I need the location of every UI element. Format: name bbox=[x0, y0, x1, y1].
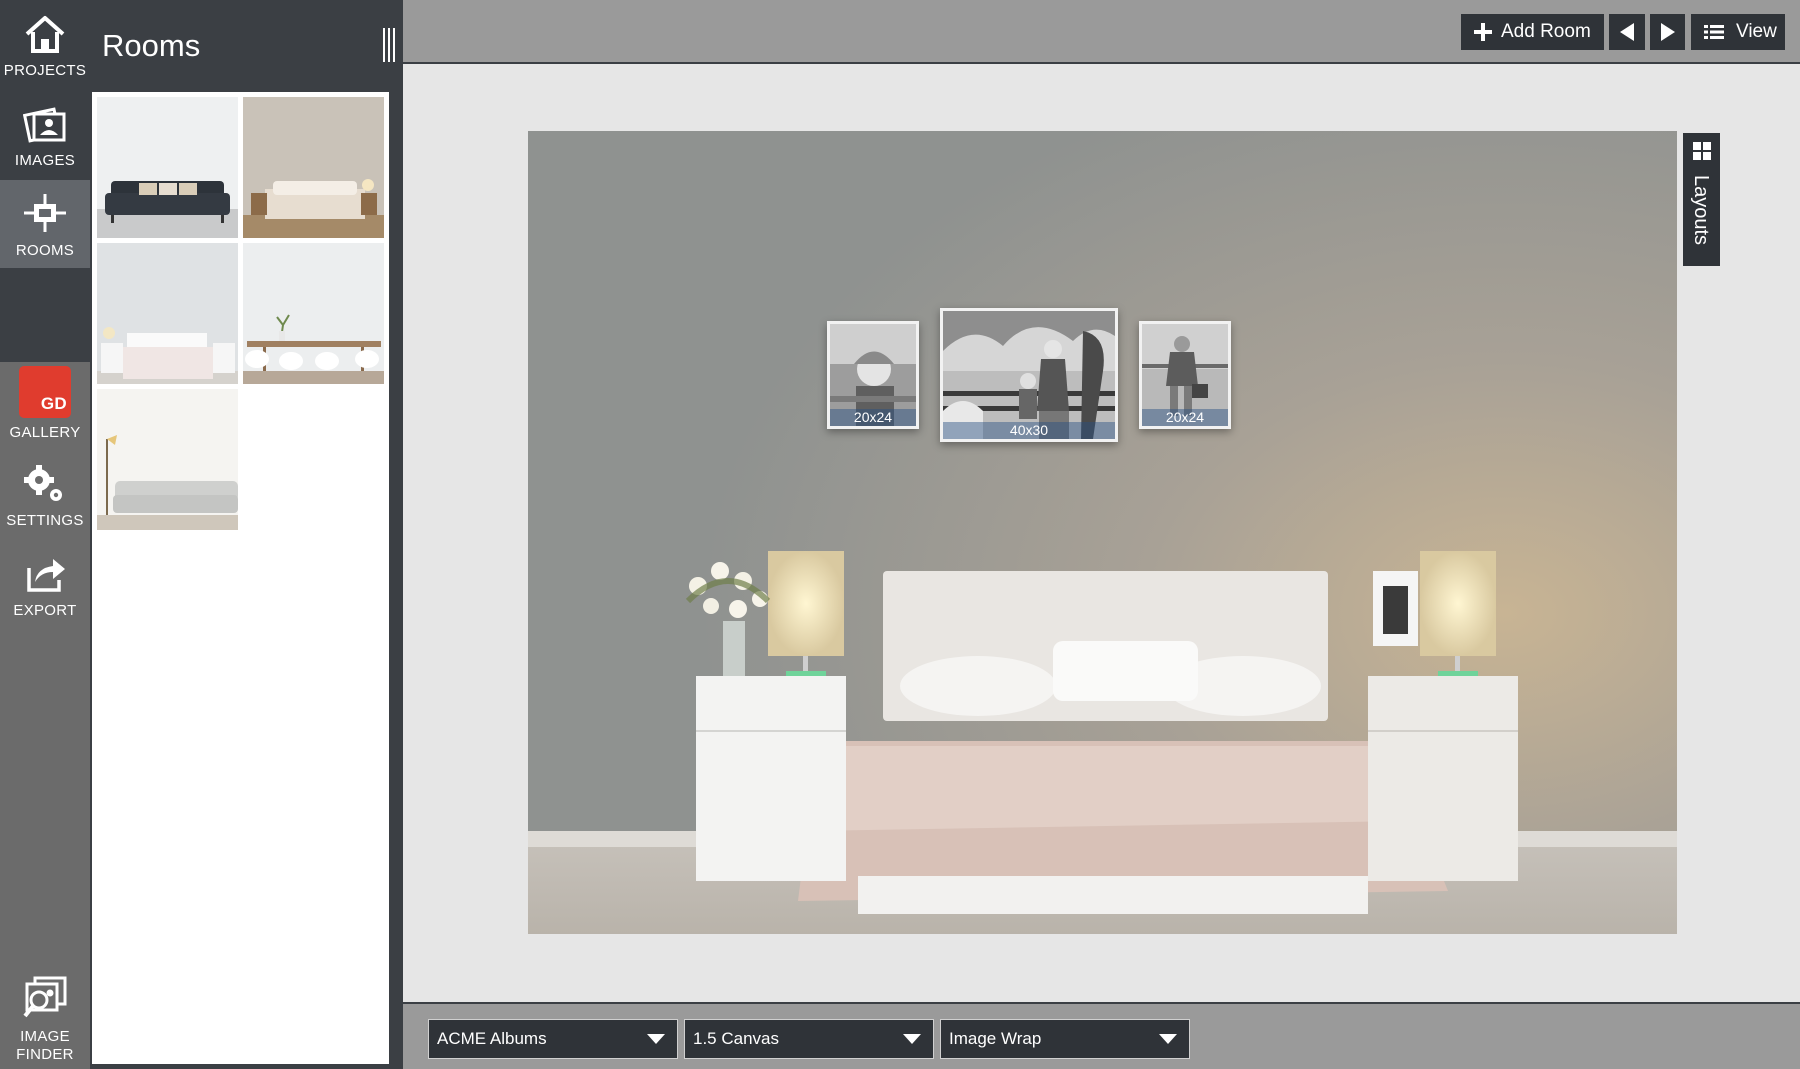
room-thumb-bedroom-warm[interactable] bbox=[243, 97, 384, 238]
nav-rooms-label: ROOMS bbox=[15, 242, 75, 259]
nav-image-finder-label-2: FINDER bbox=[16, 1046, 74, 1063]
layouts-label: Layouts bbox=[1690, 175, 1712, 246]
nav-image-finder-label-1: IMAGE bbox=[20, 1028, 70, 1045]
nav-projects[interactable]: PROJECTS bbox=[0, 0, 90, 88]
gallery-icon: GD bbox=[19, 366, 71, 418]
app-window: PROJECTS IMAGES ROOMS GD GALLERY SETTING… bbox=[0, 0, 1800, 1069]
wrap-select-value: Image Wrap bbox=[949, 1029, 1042, 1048]
export-icon bbox=[27, 559, 65, 592]
room-thumb-sofa-grey[interactable] bbox=[97, 389, 238, 530]
layouts-tab[interactable]: Layouts bbox=[1683, 133, 1720, 266]
add-room-button[interactable]: Add Room bbox=[1461, 14, 1604, 50]
room-preview: 20x24 40x30 20x24 bbox=[528, 131, 1677, 934]
room-scene-image bbox=[528, 131, 1677, 934]
nav-rooms[interactable]: ROOMS bbox=[0, 180, 90, 268]
gears-icon bbox=[24, 465, 62, 501]
panel-title: Rooms bbox=[102, 28, 201, 63]
chevron-down-icon bbox=[1159, 1034, 1177, 1044]
nav-export[interactable]: EXPORT bbox=[0, 540, 90, 628]
wall-art-center[interactable]: 40x30 bbox=[940, 308, 1118, 442]
wall-art-left[interactable]: 20x24 bbox=[827, 321, 919, 429]
nav-rail: PROJECTS IMAGES ROOMS GD GALLERY SETTING… bbox=[0, 0, 90, 1069]
chevron-down-icon bbox=[647, 1034, 665, 1044]
nav-gallery-label: GALLERY bbox=[9, 424, 81, 441]
album-select[interactable]: ACME Albums bbox=[428, 1019, 678, 1059]
home-icon bbox=[25, 16, 65, 53]
add-room-label: Add Room bbox=[1501, 21, 1591, 42]
nav-projects-label: PROJECTS bbox=[3, 62, 87, 79]
room-thumb-bedroom-white[interactable] bbox=[97, 243, 238, 384]
nav-export-label: EXPORT bbox=[13, 602, 77, 619]
triangle-left-icon bbox=[1620, 23, 1634, 41]
wall-art-right[interactable]: 20x24 bbox=[1139, 321, 1231, 429]
plus-icon bbox=[1474, 23, 1492, 41]
print-size-label: 20x24 bbox=[830, 409, 916, 426]
print-size-label: 40x30 bbox=[943, 422, 1115, 439]
triangle-right-icon bbox=[1660, 23, 1675, 41]
print-size-label: 20x24 bbox=[1142, 409, 1228, 426]
images-icon bbox=[23, 107, 66, 143]
bottom-toolbar: ACME Albums 1.5 Canvas Image Wrap bbox=[403, 1002, 1800, 1069]
image-finder-icon bbox=[23, 976, 67, 1018]
chevron-down-icon bbox=[903, 1034, 921, 1044]
room-thumb-dining[interactable] bbox=[243, 243, 384, 384]
nav-images[interactable]: IMAGES bbox=[0, 90, 90, 178]
nav-settings[interactable]: SETTINGS bbox=[0, 450, 90, 538]
portrait-photo-family-horse bbox=[943, 311, 1115, 439]
panel-resize-handle[interactable] bbox=[383, 28, 395, 62]
previous-room-button[interactable] bbox=[1609, 14, 1645, 50]
list-icon bbox=[1704, 25, 1724, 39]
nav-settings-label: SETTINGS bbox=[6, 512, 84, 529]
next-room-button[interactable] bbox=[1650, 14, 1685, 50]
view-button[interactable]: View bbox=[1691, 14, 1785, 50]
grid-icon bbox=[1693, 142, 1711, 160]
canvas-select[interactable]: 1.5 Canvas bbox=[684, 1019, 934, 1059]
album-select-value: ACME Albums bbox=[437, 1029, 547, 1048]
rooms-icon bbox=[24, 194, 66, 232]
canvas-select-value: 1.5 Canvas bbox=[693, 1029, 779, 1048]
wrap-select[interactable]: Image Wrap bbox=[940, 1019, 1190, 1059]
nav-gallery[interactable]: GD GALLERY bbox=[0, 358, 90, 450]
nav-images-label: IMAGES bbox=[14, 152, 76, 169]
view-label: View bbox=[1736, 21, 1777, 42]
nav-image-finder[interactable]: IMAGE FINDER bbox=[0, 960, 90, 1068]
room-thumb-sofa-dark[interactable] bbox=[97, 97, 238, 238]
gallery-badge-text: GD bbox=[40, 394, 67, 413]
room-thumbnails-list bbox=[92, 92, 389, 1064]
